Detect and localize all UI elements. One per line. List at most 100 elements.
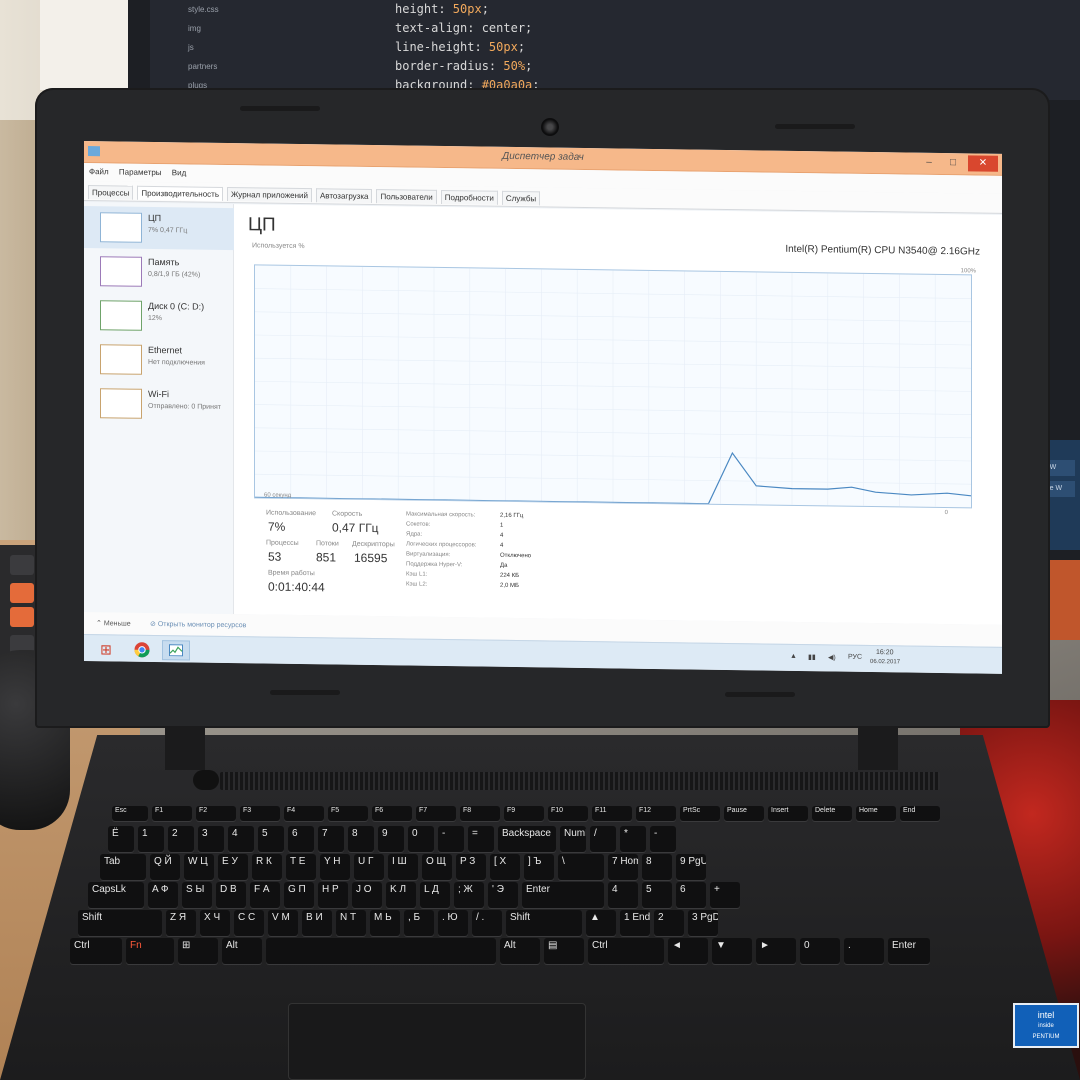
keyboard-key[interactable]: T Е [286,854,316,880]
sidebar-item-memory[interactable]: Память 0,8/1,9 ГБ (42%) [84,250,234,294]
clock-date[interactable]: 06.02.2017 [870,659,900,665]
keyboard-key[interactable]: 3 PgDn [688,910,718,936]
keyboard-key[interactable]: H Р [318,882,348,908]
volume-icon[interactable]: ◀) [828,653,836,661]
tab-processes[interactable]: Процессы [88,185,134,200]
keyboard-key[interactable]: C С [234,910,264,936]
keyboard-key[interactable]: ⊞ [178,938,218,964]
keyboard-key[interactable]: F10 [548,806,588,821]
sidebar-item-cpu[interactable]: ЦП 7% 0,47 ГГц [84,206,234,251]
menu-view[interactable]: Вид [167,164,189,177]
minimize-button[interactable]: – [918,155,940,171]
keyboard-key[interactable]: Tab [100,854,146,880]
keyboard-key[interactable]: F11 [592,806,632,821]
keyboard-key[interactable]: S Ы [182,882,212,908]
keyboard-key[interactable]: O Щ [422,854,452,880]
keyboard-key[interactable]: 4 [608,882,638,908]
menu-file[interactable]: Файл [84,163,112,176]
keyboard-key[interactable]: Pause [724,806,764,821]
keyboard-key[interactable]: F3 [240,806,280,821]
space-key[interactable] [266,938,496,964]
keyboard-key[interactable]: \ [558,854,604,880]
keyboard-key[interactable]: = [468,826,494,852]
keyboard-key[interactable]: N Т [336,910,366,936]
keyboard-key[interactable]: V М [268,910,298,936]
tab-details[interactable]: Подробности [440,189,498,205]
resource-monitor-link[interactable]: ⊘ Открыть монитор ресурсов [150,620,246,629]
keyboard-key[interactable]: 7 [318,826,344,852]
keyboard-key[interactable]: I Ш [388,854,418,880]
keyboard-key[interactable]: F1 [152,806,192,821]
keyboard-key[interactable]: 1 [138,826,164,852]
tab-startup[interactable]: Автозагрузка [315,188,373,204]
keyboard-key[interactable]: CapsLk [88,882,144,908]
keyboard-key[interactable]: Home [856,806,896,821]
keyboard-key[interactable]: Fn [126,938,174,964]
keyboard-key[interactable]: 8 [348,826,374,852]
keyboard-key[interactable]: 7 Home [608,854,638,880]
tab-users[interactable]: Пользователи [376,189,437,204]
keyboard-key[interactable]: Esc [112,806,148,821]
keyboard-key[interactable]: Q Й [150,854,180,880]
keyboard-key[interactable]: Insert [768,806,808,821]
keyboard-key[interactable]: ▼ [712,938,752,964]
keyboard-key[interactable]: F А [250,882,280,908]
keyboard-key[interactable]: K Л [386,882,416,908]
keyboard-key[interactable]: B И [302,910,332,936]
keyboard-key[interactable]: ' Э [488,882,518,908]
keyboard-key[interactable]: PrtSc [680,806,720,821]
keyboard-key[interactable]: ] Ъ [524,854,554,880]
keyboard-key[interactable]: Z Я [166,910,196,936]
keyboard-key[interactable]: [ Х [490,854,520,880]
keyboard-key[interactable]: ◄ [668,938,708,964]
keyboard-key[interactable]: 4 [228,826,254,852]
keyboard-key[interactable]: - [650,826,676,852]
keyboard-key[interactable]: F9 [504,806,544,821]
keyboard-key[interactable]: Delete [812,806,852,821]
close-button[interactable]: ✕ [968,155,998,172]
keyboard-key[interactable]: F12 [636,806,676,821]
maximize-button[interactable]: □ [942,155,964,171]
keyboard-key[interactable]: D В [216,882,246,908]
keyboard-key[interactable]: 9 PgUp [676,854,706,880]
keyboard-key[interactable]: Ctrl [588,938,664,964]
keyboard-key[interactable]: Ё [108,826,134,852]
keyboard-key[interactable]: Alt [500,938,540,964]
keyboard-key[interactable]: Alt [222,938,262,964]
keyboard-key[interactable]: Shift [506,910,582,936]
keyboard-key[interactable]: ▤ [544,938,584,964]
keyboard-key[interactable]: 3 [198,826,224,852]
keyboard-key[interactable]: 1 End [620,910,650,936]
tab-performance[interactable]: Производительность [137,185,223,201]
keyboard-key[interactable]: Ctrl [70,938,122,964]
power-button[interactable] [193,770,219,790]
keyboard-key[interactable]: F7 [416,806,456,821]
tab-app-history[interactable]: Журнал приложений [227,186,312,203]
keyboard-key[interactable]: M Ь [370,910,400,936]
sidebar-item-wifi[interactable]: Wi-Fi Отправлено: 0 Принят [84,382,234,426]
keyboard-key[interactable]: ▲ [586,910,616,936]
input-language[interactable]: РУС [848,654,862,661]
keyboard-key[interactable]: W Ц [184,854,214,880]
keyboard-key[interactable]: / [590,826,616,852]
keyboard-key[interactable]: P З [456,854,486,880]
keyboard-key[interactable]: 2 [168,826,194,852]
keyboard-key[interactable]: J О [352,882,382,908]
keyboard-key[interactable]: 5 [642,882,672,908]
keyboard-key[interactable]: Enter [522,882,604,908]
keyboard-key[interactable]: - [438,826,464,852]
keyboard-key[interactable]: G П [284,882,314,908]
keyboard-key[interactable]: * [620,826,646,852]
keyboard-key[interactable]: A Ф [148,882,178,908]
keyboard-key[interactable]: Y Н [320,854,350,880]
keyboard-key[interactable]: . Ю [438,910,468,936]
keyboard-key[interactable]: L Д [420,882,450,908]
keyboard-key[interactable]: F6 [372,806,412,821]
tab-services[interactable]: Службы [501,190,541,206]
keyboard-key[interactable]: F4 [284,806,324,821]
keyboard-key[interactable]: F2 [196,806,236,821]
sidebar-item-disk[interactable]: Диск 0 (C: D:) 12% [84,294,234,338]
sidebar-item-ethernet[interactable]: Ethernet Нет подключения [84,338,234,382]
keyboard-key[interactable]: 6 [288,826,314,852]
keyboard-key[interactable]: 2 [654,910,684,936]
